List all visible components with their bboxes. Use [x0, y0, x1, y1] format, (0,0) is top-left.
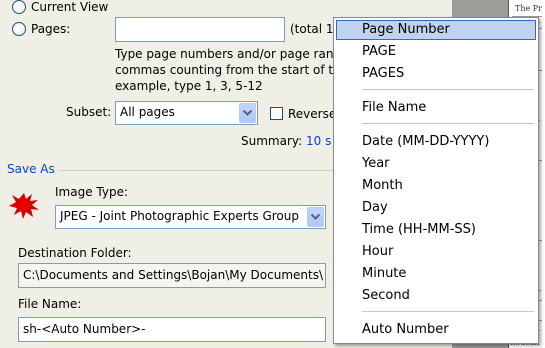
summary-label: Summary: — [241, 134, 303, 148]
menu-separator — [362, 89, 534, 90]
reverse-label: Reverse — [288, 107, 337, 121]
image-type-value: JPEG - Joint Photographic Experts Group — [60, 209, 299, 223]
chevron-down-icon[interactable] — [239, 103, 256, 123]
subset-value: All pages — [120, 105, 175, 119]
menu-item-second[interactable]: Second — [336, 286, 536, 306]
current-view-label: Current View — [31, 0, 109, 14]
menu-item-date[interactable]: Date (MM-DD-YYYY) — [336, 132, 536, 152]
menu-item-year[interactable]: Year — [336, 154, 536, 174]
current-view-radio[interactable] — [12, 0, 26, 14]
splat-icon — [8, 190, 40, 220]
summary-value: 10 s — [306, 134, 332, 148]
subset-label: Subset: — [66, 105, 112, 119]
pages-input[interactable] — [115, 17, 285, 42]
menu-item-file-name[interactable]: File Name — [336, 98, 536, 118]
pages-label: Pages: — [31, 22, 71, 36]
menu-item-pages[interactable]: PAGES — [336, 64, 536, 84]
menu-separator — [362, 123, 534, 124]
menu-item-time[interactable]: Time (HH-MM-SS) — [336, 220, 536, 240]
auto-field-context-menu: Page Number PAGE PAGES File Name Date (M… — [333, 17, 539, 344]
help-line: commas counting from the start of the — [115, 63, 345, 77]
menu-item-page[interactable]: PAGE — [336, 42, 536, 62]
menu-item-month[interactable]: Month — [336, 176, 536, 196]
destination-folder-field[interactable]: C:\Documents and Settings\Bojan\My Docum… — [18, 263, 326, 288]
save-as-group-title: Save As — [7, 162, 55, 176]
file-name-input[interactable]: sh-<Auto Number>- — [18, 317, 326, 342]
image-type-select[interactable]: JPEG - Joint Photographic Experts Group — [55, 205, 326, 229]
menu-item-minute[interactable]: Minute — [336, 264, 536, 284]
menu-item-page-number[interactable]: Page Number — [336, 20, 536, 40]
menu-item-hour[interactable]: Hour — [336, 242, 536, 262]
menu-item-day[interactable]: Day — [336, 198, 536, 218]
subset-select[interactable]: All pages — [115, 101, 258, 125]
group-divider — [58, 170, 338, 171]
image-type-label: Image Type: — [55, 185, 129, 199]
help-line: Type page numbers and/or page rang — [115, 47, 342, 61]
pages-help-text: Type page numbers and/or page rang comma… — [115, 46, 345, 94]
reverse-checkbox[interactable] — [270, 107, 283, 120]
total-pages-label: (total 1 — [290, 22, 334, 36]
menu-separator — [362, 311, 534, 312]
menu-item-auto-number[interactable]: Auto Number — [336, 320, 536, 340]
destination-folder-label: Destination Folder: — [18, 246, 132, 260]
help-line: example, type 1, 3, 5-12 — [115, 79, 263, 93]
file-name-label: File Name: — [18, 297, 82, 311]
document-text: The Pr — [515, 4, 542, 13]
chevron-down-icon[interactable] — [307, 207, 324, 227]
pages-radio[interactable] — [12, 22, 26, 36]
